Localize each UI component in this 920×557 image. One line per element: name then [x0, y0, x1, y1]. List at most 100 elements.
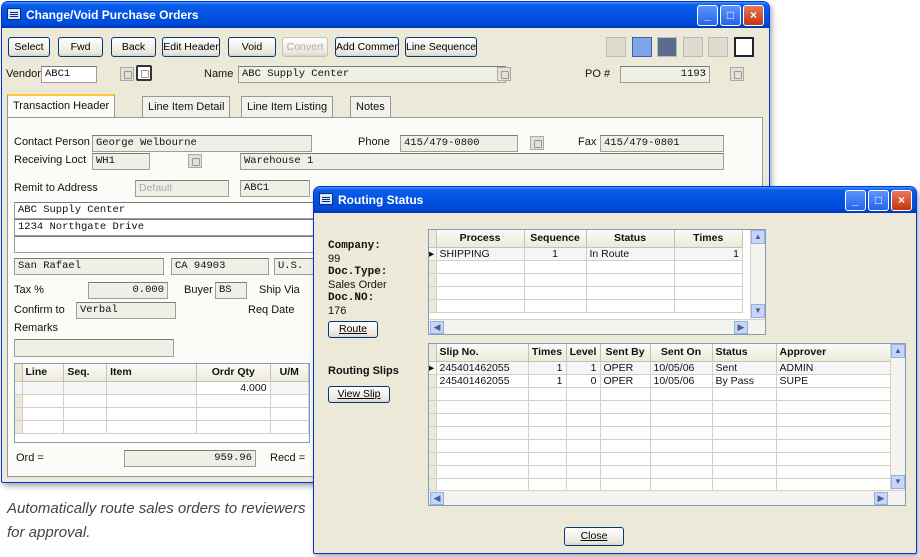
- fax-field[interactable]: 415/479-0801: [600, 135, 724, 152]
- col-sent-on[interactable]: Sent On: [649, 344, 713, 362]
- save-icon[interactable]: [683, 37, 703, 57]
- routing-slips-grid[interactable]: Slip No. Times Level Sent By Sent On Sta…: [428, 343, 906, 506]
- country-field[interactable]: U.S.: [274, 258, 314, 275]
- col-um[interactable]: U/M: [269, 364, 310, 382]
- po-field[interactable]: 1193: [620, 66, 710, 83]
- state-zip-field[interactable]: CA 94903: [171, 258, 269, 275]
- scroll-up-icon[interactable]: ▲: [751, 230, 765, 244]
- table-row[interactable]: [429, 259, 743, 274]
- table-row[interactable]: ▸ SHIPPING 1 In Route 1: [429, 246, 743, 261]
- table-row[interactable]: 245401462055 1 0 OPER 10/05/06 By Pass S…: [429, 373, 891, 388]
- receiving-name-field[interactable]: Warehouse 1: [240, 153, 724, 170]
- close-icon[interactable]: ×: [743, 5, 764, 26]
- tax-field[interactable]: 0.000: [88, 282, 168, 299]
- process-vertical-scrollbar[interactable]: ▲ ▼: [750, 230, 765, 319]
- remarks-field[interactable]: [14, 339, 174, 357]
- col-seq[interactable]: Seq.: [63, 364, 108, 382]
- select-button[interactable]: Select: [8, 37, 50, 57]
- line-sequence-button[interactable]: Line Sequence: [405, 37, 477, 57]
- vendor-field[interactable]: ABC1: [41, 66, 97, 83]
- col-status[interactable]: Status: [711, 344, 777, 362]
- tab-notes[interactable]: Notes: [350, 96, 391, 117]
- table-row[interactable]: 4.000: [15, 380, 310, 395]
- edit-header-button[interactable]: Edit Header: [162, 37, 220, 57]
- add-comment-button[interactable]: Add Comment: [335, 37, 399, 57]
- scroll-up-icon[interactable]: ▲: [891, 344, 905, 358]
- col-approver[interactable]: Approver: [775, 344, 891, 362]
- delete-icon[interactable]: [708, 37, 728, 57]
- scroll-right-icon[interactable]: ▶: [874, 492, 888, 505]
- notepad-icon[interactable]: [632, 37, 652, 57]
- table-row[interactable]: [429, 425, 891, 440]
- slips-horizontal-scrollbar[interactable]: ◀ ▶: [429, 490, 905, 505]
- table-row[interactable]: [429, 386, 891, 401]
- line-items-grid[interactable]: Line Seq. Item Ordr Qty U/M 4.000: [14, 363, 310, 443]
- tab-transaction-header[interactable]: Transaction Header: [7, 94, 116, 117]
- calculator-icon[interactable]: [606, 37, 626, 57]
- po-lookup-icon[interactable]: [730, 67, 744, 81]
- scroll-left-icon[interactable]: ◀: [430, 492, 444, 505]
- view-slip-button[interactable]: View Slip: [328, 386, 390, 403]
- minimize-icon[interactable]: _: [845, 190, 866, 211]
- contact-person-field[interactable]: George Welbourne: [92, 135, 312, 152]
- back-button[interactable]: Back: [111, 37, 156, 57]
- receiving-code-field[interactable]: WH1: [92, 153, 150, 170]
- close-icon[interactable]: ×: [891, 190, 912, 211]
- void-button[interactable]: Void: [228, 37, 276, 57]
- printer-icon[interactable]: [657, 37, 677, 57]
- col-ordr-qty[interactable]: Ordr Qty: [196, 364, 271, 382]
- table-row[interactable]: [429, 438, 891, 453]
- tab-line-item-detail[interactable]: Line Item Detail: [142, 96, 231, 117]
- address-line-1[interactable]: ABC Supply Center: [14, 202, 314, 219]
- table-row[interactable]: [429, 285, 743, 300]
- scroll-down-icon[interactable]: ▼: [891, 475, 905, 489]
- fwd-button[interactable]: Fwd: [58, 37, 103, 57]
- col-item[interactable]: Item: [106, 364, 198, 382]
- name-field[interactable]: ABC Supply Center: [238, 66, 506, 83]
- city-field[interactable]: San Rafael: [14, 258, 164, 275]
- table-row[interactable]: ▸ 245401462055 1 1 OPER 10/05/06 Sent AD…: [429, 360, 891, 375]
- minimize-icon[interactable]: _: [697, 5, 718, 26]
- col-times[interactable]: Times: [527, 344, 567, 362]
- table-row[interactable]: [429, 451, 891, 466]
- help-icon[interactable]: [734, 37, 754, 57]
- remit-code-field[interactable]: ABC1: [240, 180, 310, 197]
- maximize-icon[interactable]: □: [720, 5, 741, 26]
- col-times[interactable]: Times: [673, 230, 743, 248]
- tab-line-item-listing[interactable]: Line Item Listing: [241, 96, 334, 117]
- col-sequence[interactable]: Sequence: [523, 230, 587, 248]
- address-line-2[interactable]: 1234 Northgate Drive: [14, 219, 314, 236]
- phone-field[interactable]: 415/479-0800: [400, 135, 518, 152]
- convert-button[interactable]: Convert: [282, 37, 328, 57]
- close-button[interactable]: Close: [564, 527, 624, 546]
- slips-vertical-scrollbar[interactable]: ▲ ▼: [890, 344, 905, 490]
- table-row[interactable]: [15, 419, 310, 434]
- process-grid[interactable]: Process Sequence Status Times ▸ SHIPPING…: [428, 229, 766, 335]
- col-process[interactable]: Process: [435, 230, 525, 248]
- table-row[interactable]: [15, 393, 310, 408]
- name-lookup-icon[interactable]: [497, 67, 511, 81]
- maximize-icon[interactable]: □: [868, 190, 889, 211]
- table-row[interactable]: [15, 406, 310, 421]
- col-slip-no[interactable]: Slip No.: [435, 344, 529, 362]
- vendor-search-icon[interactable]: [136, 65, 152, 81]
- col-line[interactable]: Line: [21, 364, 65, 382]
- col-status[interactable]: Status: [585, 230, 675, 248]
- table-row[interactable]: [429, 272, 743, 287]
- process-horizontal-scrollbar[interactable]: ◀ ▶: [429, 319, 765, 334]
- confirm-to-field[interactable]: Verbal: [76, 302, 176, 319]
- routing-status-titlebar[interactable]: Routing Status _ □ ×: [314, 187, 916, 213]
- address-line-3[interactable]: [14, 236, 314, 253]
- col-sent-by[interactable]: Sent By: [599, 344, 651, 362]
- col-level[interactable]: Level: [565, 344, 601, 362]
- vendor-lookup-icon[interactable]: [120, 67, 134, 81]
- purchase-orders-titlebar[interactable]: Change/Void Purchase Orders _ □ ×: [2, 2, 769, 28]
- scroll-left-icon[interactable]: ◀: [430, 321, 444, 334]
- route-button[interactable]: Route: [328, 321, 378, 338]
- table-row[interactable]: [429, 399, 891, 414]
- table-row[interactable]: [429, 412, 891, 427]
- scroll-down-icon[interactable]: ▼: [751, 304, 765, 318]
- phone-dial-icon[interactable]: [530, 136, 544, 150]
- scroll-right-icon[interactable]: ▶: [734, 321, 748, 334]
- receiving-lookup-icon[interactable]: [188, 154, 202, 168]
